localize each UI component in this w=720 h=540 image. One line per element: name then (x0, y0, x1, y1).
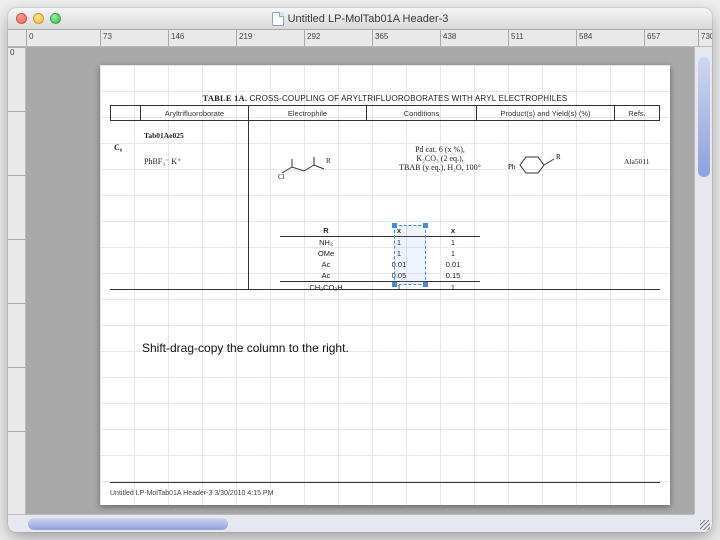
borate-formula: PhBF₃⁻ K⁺ (144, 157, 181, 166)
subtable-row: NH₂11 (280, 237, 480, 249)
instruction-text: Shift-drag-copy the column to the right. (142, 341, 349, 355)
ruler-tick (8, 303, 25, 304)
subtable-header: R (280, 225, 372, 237)
subtable-row: Ac0.010.01 (280, 259, 480, 270)
ruler-tick: 292 (304, 30, 320, 46)
ruler-tick (8, 367, 25, 368)
header-conditions: Conditions (367, 106, 477, 120)
header-electrophile: Electrophile (249, 106, 367, 120)
document-icon (272, 12, 284, 26)
table-caption: TABLE 1A. CROSS-COUPLING OF ARYLTRIFLUOR… (140, 93, 630, 103)
entry-code: Tab01Ae025 (144, 131, 184, 140)
ruler-tick: 0 (26, 30, 33, 46)
subtable-cell: 0.01 (426, 259, 480, 270)
subtable-cell: 0.15 (426, 270, 480, 282)
zoom-button[interactable] (50, 13, 61, 24)
horizontal-ruler[interactable]: 0 73 146 219 292 365 438 511 584 657 730 (8, 30, 712, 47)
vertical-scroll-thumb[interactable] (698, 57, 710, 177)
ruler-tick: 584 (576, 30, 592, 46)
ruler-tick (8, 431, 25, 432)
header-blank (111, 106, 141, 120)
horizontal-scrollbar[interactable] (8, 514, 712, 532)
ruler-tick: 730 (698, 30, 712, 46)
selection-handle[interactable] (423, 282, 428, 287)
vertical-scrollbar[interactable] (694, 47, 712, 514)
minimize-button[interactable] (33, 13, 44, 24)
selection-handle[interactable] (392, 282, 397, 287)
subtable-cell: Ac (280, 259, 372, 270)
window-title: Untitled LP-MolTab01A Header-3 (288, 13, 449, 25)
selection-handle[interactable] (392, 223, 397, 228)
subtable-row: CH₂CO₂H11 (280, 282, 480, 294)
vertical-ruler[interactable]: 0 (8, 47, 26, 514)
ruler-tick (8, 239, 25, 240)
conditions-text: Pd cat. 6 (x %), K₂CO₃ (2 eq.), TBAB (y … (390, 145, 490, 172)
col-divider-1 (248, 105, 249, 289)
ruler-tick: 438 (440, 30, 456, 46)
subtable-cell: Ac (280, 270, 372, 282)
subtable-cell: 1 (426, 237, 480, 249)
subtable-cell: 1 (426, 282, 480, 294)
header-refs: Refs. (615, 106, 659, 120)
horizontal-scroll-thumb[interactable] (28, 518, 228, 530)
selection-handle[interactable] (423, 223, 428, 228)
subtable-header: x (426, 225, 480, 237)
svg-text:R: R (326, 157, 331, 165)
resize-corner[interactable] (694, 514, 712, 532)
header-products: Product(s) and Yield(s) (%) (477, 106, 615, 120)
svg-text:Ph: Ph (508, 163, 516, 171)
ruler-tick: 0 (8, 47, 25, 57)
svg-text:Cl: Cl (278, 173, 285, 181)
subtable-cell: OMe (280, 248, 372, 259)
canvas-workspace[interactable]: TABLE 1A. CROSS-COUPLING OF ARYLTRIFLUOR… (26, 47, 694, 514)
page-footer: Untitled LP-MolTab01A Header-3 3/30/2010… (110, 490, 273, 497)
ruler-tick: 146 (168, 30, 184, 46)
app-window: Untitled LP-MolTab01A Header-3 0 73 146 219… (8, 8, 712, 532)
ruler-tick: 219 (236, 30, 252, 46)
svg-text:R: R (556, 153, 561, 161)
yield-subtable: RxxNH₂11OMe11Ac0.010.01Ac0.050.15CH₂CO₂H… (280, 225, 480, 293)
ruler-tick: 511 (508, 30, 524, 46)
subtable-row: Ac0.050.15 (280, 270, 480, 282)
titlebar: Untitled LP-MolTab01A Header-3 (8, 8, 712, 30)
subtable-row: OMe11 (280, 248, 480, 259)
ruler-tick: 365 (372, 30, 388, 46)
ruler-tick: 657 (644, 30, 660, 46)
ruler-tick (8, 175, 25, 176)
header-borate: Aryltrifluoroborate (141, 106, 249, 120)
document-page[interactable]: TABLE 1A. CROSS-COUPLING OF ARYLTRIFLUOR… (100, 65, 670, 505)
group-label: C₆ (114, 143, 122, 152)
footer-rule (110, 482, 660, 483)
subtable-cell: CH₂CO₂H (280, 282, 372, 294)
ruler-tick (8, 111, 25, 112)
window-controls (16, 13, 61, 24)
reference: Ala5011 (624, 157, 650, 166)
subtable-cell: NH₂ (280, 237, 372, 249)
ruler-tick: 73 (100, 30, 112, 46)
electrophile-structure: R Cl (278, 151, 338, 183)
subtable-cell: 1 (426, 248, 480, 259)
product-structure: Ph R (508, 151, 568, 181)
table-header-row: Aryltrifluoroborate Electrophile Conditi… (110, 105, 660, 121)
close-button[interactable] (16, 13, 27, 24)
selection-marquee[interactable] (394, 225, 426, 285)
